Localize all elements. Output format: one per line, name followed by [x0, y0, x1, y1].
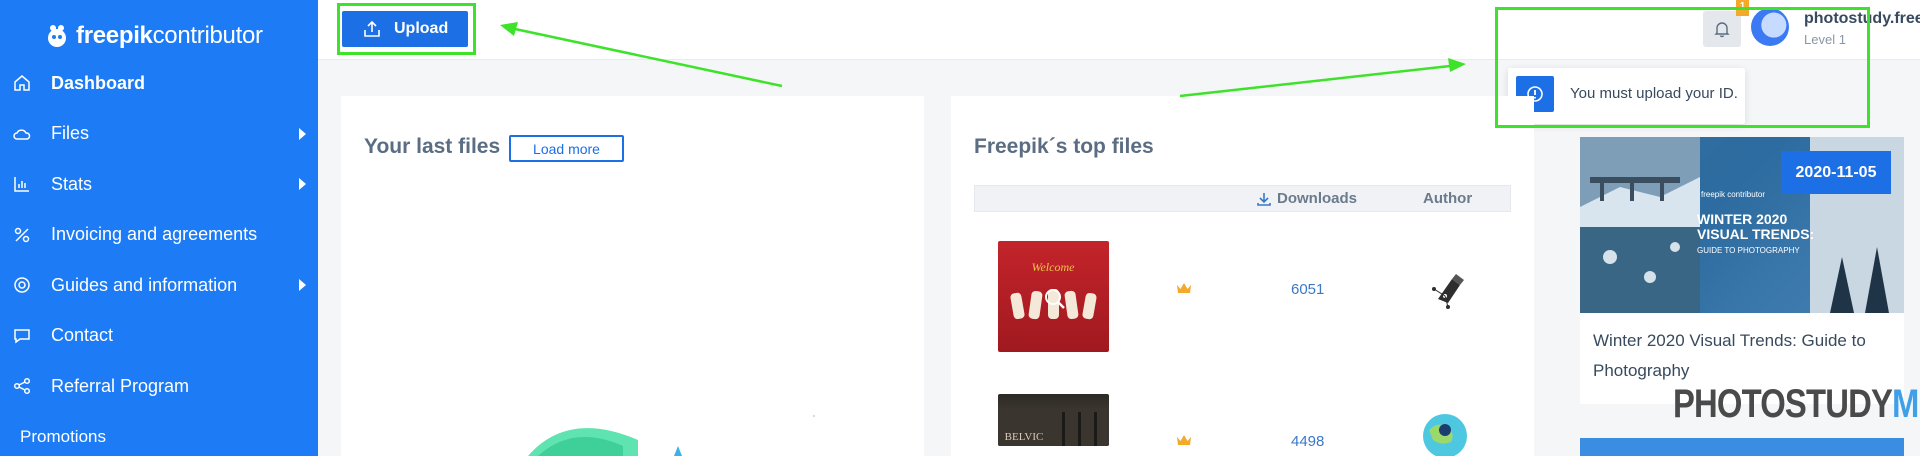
arrowhead-icon	[500, 22, 518, 36]
arrowhead-icon	[1448, 58, 1466, 72]
annotation-arrows	[500, 22, 1466, 98]
annotation-arrow-notification	[1179, 64, 1451, 98]
annotation-arrow-upload	[514, 27, 783, 88]
